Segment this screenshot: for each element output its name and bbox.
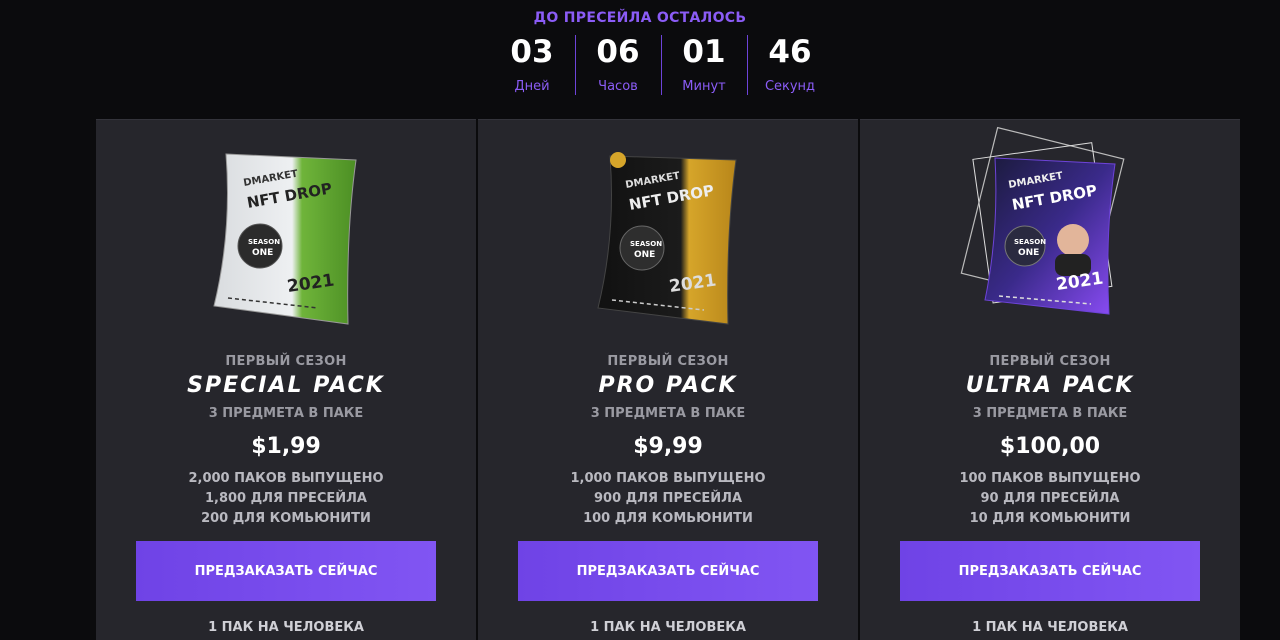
ultra-pack-image: DMARKET NFT DROP SEASON ONE 2021 [960, 126, 1125, 315]
pack-season: ПЕРВЫЙ СЕЗОН [989, 354, 1111, 369]
special-pack-image: DMARKET NFT DROP SEASON ONE 2021 [213, 153, 357, 325]
pack-items-count: 3 ПРЕДМЕТА В ПАКЕ [972, 406, 1128, 421]
pack-presale: 1,800 ДЛЯ ПРЕСЕЙЛА [204, 491, 367, 506]
pack-issued: 1,000 ПАКОВ ВЫПУЩЕНО [570, 471, 766, 486]
countdown-minutes-label: Минут [682, 79, 726, 94]
countdown-seconds-label: Секунд [764, 79, 816, 94]
pack-issued: 2,000 ПАКОВ ВЫПУЩЕНО [188, 471, 384, 486]
svg-text:ONE: ONE [634, 250, 655, 260]
pack-cards: DMARKET NFT DROP SEASON ONE 2021 ПЕРВЫЙ … [96, 119, 1240, 640]
countdown-minutes: 01 Минут [661, 33, 747, 95]
pack-stats: 100 ПАКОВ ВЫПУЩЕНО 90 ДЛЯ ПРЕСЕЙЛА 10 ДЛ… [860, 469, 1240, 529]
pack-season: ПЕРВЫЙ СЕЗОН [225, 354, 347, 369]
pack-price: $9,99 [633, 434, 703, 459]
pack-price: $100,00 [999, 434, 1101, 459]
pack-price: $1,99 [251, 434, 321, 459]
svg-text:SEASON: SEASON [248, 238, 280, 246]
countdown-minutes-value: 01 [682, 34, 726, 70]
svg-text:ONE: ONE [1018, 248, 1039, 258]
countdown-title: ДО ПРЕСЕЙЛА ОСТАЛОСЬ [533, 10, 747, 26]
pack-issued: 100 ПАКОВ ВЫПУЩЕНО [959, 471, 1141, 486]
pack-presale: 90 ДЛЯ ПРЕСЕЙЛА [980, 491, 1120, 506]
pro-pack-image: DMARKET NFT DROP SEASON ONE 2021 [597, 152, 737, 325]
pack-items-count: 3 ПРЕДМЕТА В ПАКЕ [208, 406, 364, 421]
pack-community: 200 ДЛЯ КОМЬЮНИТИ [201, 511, 371, 526]
countdown-days-label: Дней [514, 79, 550, 94]
pack-presale: 900 ДЛЯ ПРЕСЕЙЛА [593, 491, 743, 506]
pack-items-count: 3 ПРЕДМЕТА В ПАКЕ [590, 406, 746, 421]
pack-card-special: DMARKET NFT DROP SEASON ONE 2021 ПЕРВЫЙ … [96, 119, 476, 640]
pack-community: 100 ДЛЯ КОМЬЮНИТИ [583, 511, 753, 526]
preorder-button-pro[interactable]: ПРЕДЗАКАЗАТЬ СЕЙЧАС [518, 541, 818, 601]
preorder-button-ultra[interactable]: ПРЕДЗАКАЗАТЬ СЕЙЧАС [900, 541, 1200, 601]
svg-text:ONE: ONE [252, 248, 273, 258]
pack-name: ULTRA PACK [965, 373, 1135, 398]
pack-card-pro: DMARKET NFT DROP SEASON ONE 2021 ПЕРВЫЙ … [478, 119, 858, 640]
pack-stats: 2,000 ПАКОВ ВЫПУЩЕНО 1,800 ДЛЯ ПРЕСЕЙЛА … [96, 469, 476, 529]
pack-community: 10 ДЛЯ КОМЬЮНИТИ [969, 511, 1131, 526]
countdown-hours: 06 Часов [575, 33, 661, 95]
countdown-hours-label: Часов [598, 79, 638, 94]
countdown-seconds: 46 Секунд [747, 33, 833, 95]
countdown-seconds-value: 46 [768, 34, 812, 70]
countdown-timer: 03 Дней 06 Часов 01 Минут 46 Секунд [489, 33, 833, 95]
countdown-days: 03 Дней [489, 33, 575, 94]
countdown-hours-value: 06 [596, 34, 640, 70]
svg-text:SEASON: SEASON [630, 240, 662, 248]
pack-season: ПЕРВЫЙ СЕЗОН [607, 354, 729, 369]
pack-card-ultra: DMARKET NFT DROP SEASON ONE 2021 ПЕРВЫЙ … [860, 119, 1240, 640]
pack-stats: 1,000 ПАКОВ ВЫПУЩЕНО 900 ДЛЯ ПРЕСЕЙЛА 10… [478, 469, 858, 529]
countdown-days-value: 03 [510, 34, 554, 70]
svg-text:SEASON: SEASON [1014, 238, 1046, 246]
pack-name: PRO PACK [598, 373, 738, 398]
preorder-button-special[interactable]: ПРЕДЗАКАЗАТЬ СЕЙЧАС [136, 541, 436, 601]
pack-name: SPECIAL PACK [187, 373, 385, 398]
